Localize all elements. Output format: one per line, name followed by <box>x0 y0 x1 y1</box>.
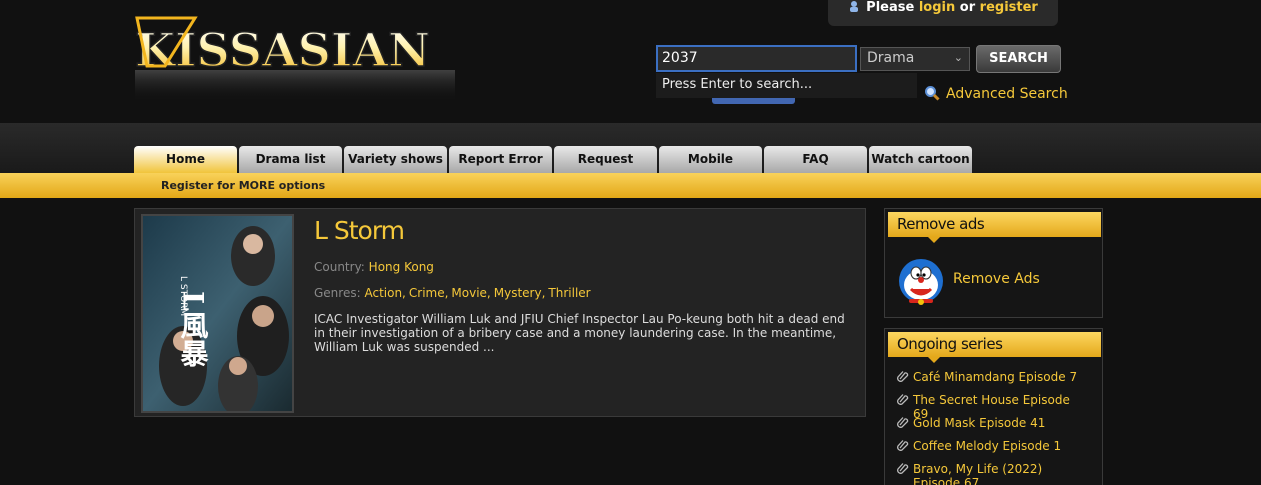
genre-link-movie[interactable]: Movie, <box>451 286 490 300</box>
search-hint: Press Enter to search... <box>656 73 917 98</box>
ongoing-series-title: Ongoing series <box>888 332 1101 363</box>
series-item-label: Bravo, My Life (2022) Episode 67 <box>913 462 1043 485</box>
user-icon <box>850 1 859 12</box>
tab-watch-cartoon[interactable]: Watch cartoon <box>869 146 972 173</box>
search-button[interactable]: SEARCH <box>976 45 1061 73</box>
paperclip-icon <box>897 463 909 474</box>
genre-link-action[interactable]: Action, <box>364 286 405 300</box>
register-more-link[interactable]: Register for MORE options <box>161 179 325 192</box>
doraemon-icon[interactable] <box>897 257 945 305</box>
country-line: Country: Hong Kong <box>314 260 434 274</box>
country-value[interactable]: Hong Kong <box>369 260 434 274</box>
tab-drama-list[interactable]: Drama list <box>239 146 342 173</box>
country-label: Country: <box>314 260 365 274</box>
chevron-down-icon: ⌄ <box>953 51 963 64</box>
series-item-label: Coffee Melody Episode 1 <box>913 439 1062 453</box>
series-item[interactable]: Café Minamdang Episode 7 <box>897 370 1087 384</box>
tab-request-drama[interactable]: Request Drama <box>554 146 657 193</box>
remove-ads-link[interactable]: Remove Ads <box>953 271 1040 287</box>
series-item-label: Café Minamdang Episode 7 <box>913 370 1078 384</box>
register-link-top[interactable]: register <box>980 0 1038 15</box>
drama-synopsis: ICAC Investigator William Luk and JFIU C… <box>314 312 845 354</box>
login-link[interactable]: login <box>919 0 955 15</box>
advanced-search-link[interactable]: Advanced Search <box>924 85 1068 102</box>
series-item[interactable]: Bravo, My Life (2022) Episode 67 <box>897 462 1087 485</box>
search-input[interactable]: 2037 <box>656 45 857 72</box>
paperclip-icon <box>897 394 909 405</box>
drama-title[interactable]: L Storm <box>314 216 405 245</box>
tab-variety-shows[interactable]: Variety shows <box>344 146 447 173</box>
poster-latin-text: L STORM <box>178 276 188 316</box>
tab-home[interactable]: Home <box>134 146 237 173</box>
advanced-search-label: Advanced Search <box>946 86 1068 102</box>
series-item[interactable]: Coffee Melody Episode 1 <box>897 439 1087 453</box>
series-item[interactable]: Gold Mask Episode 41 <box>897 416 1087 430</box>
genre-link-crime[interactable]: Crime, <box>409 286 449 300</box>
tab-report-error[interactable]: Report Error <box>449 146 552 173</box>
series-item-label: Gold Mask Episode 41 <box>913 416 1046 430</box>
site-logo[interactable]: KISSASIAN <box>135 10 460 105</box>
paperclip-icon <box>897 417 909 428</box>
login-prefix: Please <box>866 0 915 15</box>
genres-line: Genres: Action, Crime, Movie, Mystery, Thril… <box>314 286 594 300</box>
logo-text: KISSASIAN <box>135 23 430 77</box>
paperclip-icon <box>897 371 909 382</box>
login-middle: or <box>959 0 976 15</box>
genres-label: Genres: <box>314 286 361 300</box>
genre-link-mystery[interactable]: Mystery, <box>494 286 546 300</box>
remove-ads-title: Remove ads <box>888 212 1101 243</box>
paperclip-icon <box>897 440 909 451</box>
drama-poster[interactable]: L風暴 L STORM <box>141 214 294 413</box>
tab-faq[interactable]: FAQ <box>764 146 867 173</box>
genre-link-thriller[interactable]: Thriller <box>548 286 590 300</box>
magnifier-icon <box>925 86 940 101</box>
tab-mobile[interactable]: Mobile <box>659 146 762 173</box>
search-type-select[interactable]: Drama ⌄ <box>860 47 970 71</box>
login-box: Please login or register <box>828 0 1058 26</box>
search-type-value: Drama <box>867 50 915 66</box>
